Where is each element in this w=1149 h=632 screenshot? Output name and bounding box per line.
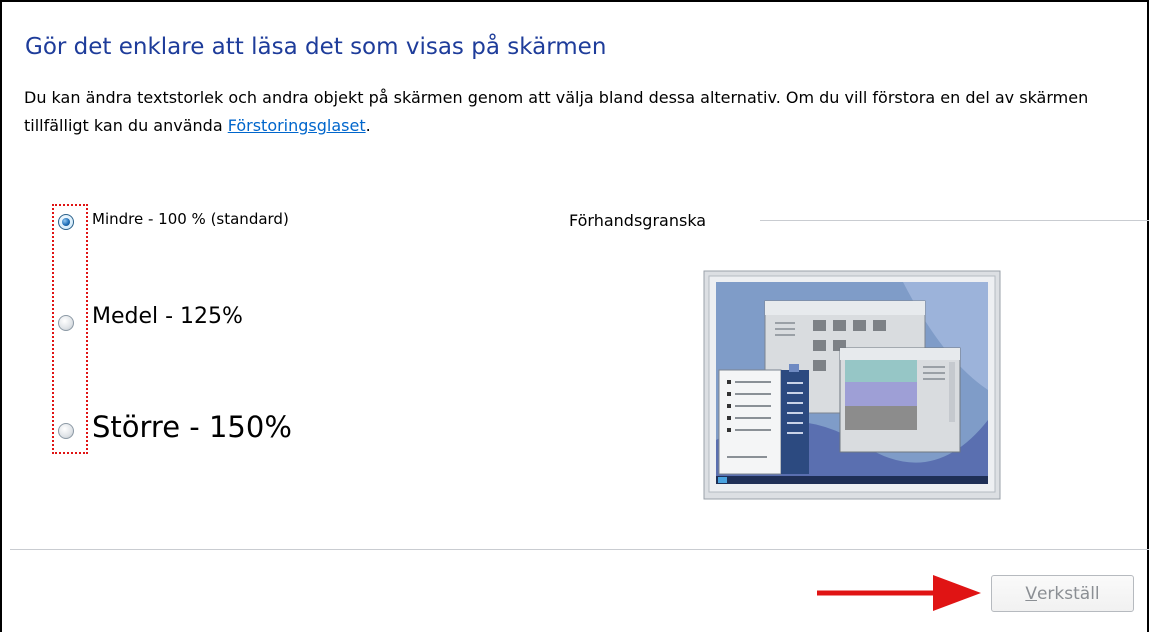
option-label: Mindre - 100 % (standard) — [92, 210, 289, 228]
preview-divider — [760, 220, 1149, 221]
radio-button-selected[interactable] — [58, 214, 74, 230]
magnifier-link[interactable]: Förstoringsglaset — [228, 116, 366, 135]
description-text: Du kan ändra textstorlek och andra objek… — [24, 88, 1089, 135]
preview-heading: Förhandsgranska — [569, 211, 707, 230]
radio-button[interactable] — [58, 423, 74, 439]
apply-accelerator: V — [1025, 583, 1037, 604]
option-label: Medel - 125% — [92, 304, 243, 329]
preview-image — [703, 270, 1001, 500]
page-title: Gör det enklare att läsa det som visas p… — [25, 34, 607, 60]
footer-separator — [10, 549, 1149, 550]
red-arrow-icon — [815, 571, 985, 615]
radio-dot — [62, 218, 70, 226]
radio-button[interactable] — [58, 315, 74, 331]
option-label: Större - 150% — [92, 410, 292, 444]
page-description: Du kan ändra textstorlek och andra objek… — [24, 84, 1124, 140]
apply-button[interactable]: Verkställ — [991, 575, 1134, 612]
apply-label: erkställ — [1036, 583, 1100, 604]
description-end: . — [365, 116, 371, 135]
